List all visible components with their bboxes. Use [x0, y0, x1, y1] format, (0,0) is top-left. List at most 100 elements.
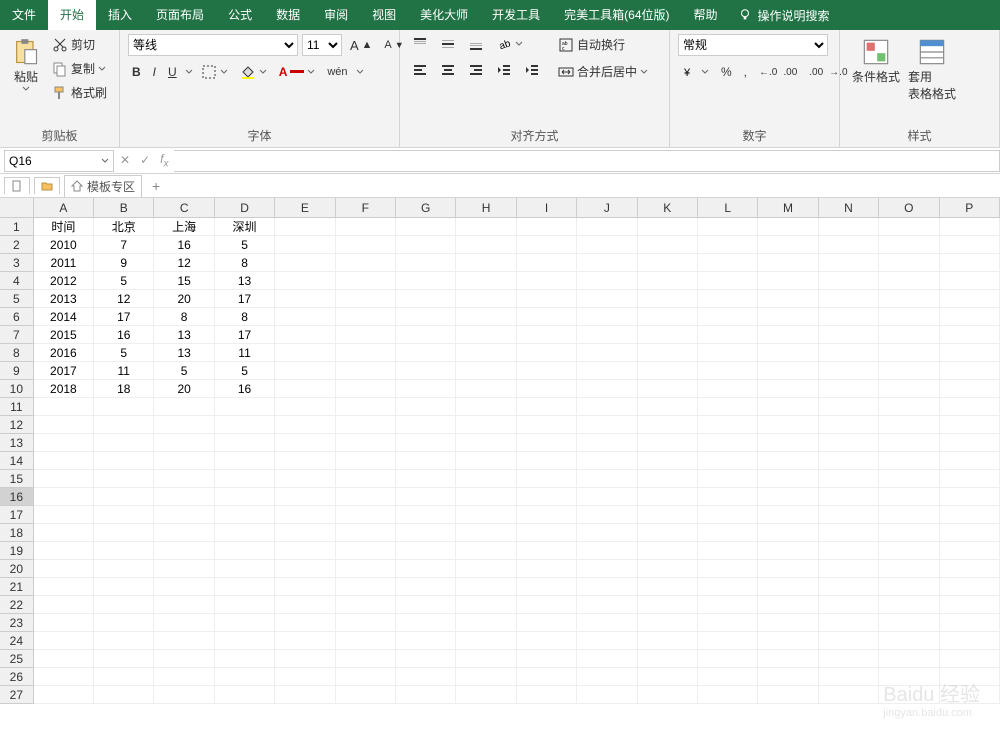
- cell[interactable]: [638, 650, 698, 668]
- cell[interactable]: 深圳: [215, 218, 275, 236]
- cell[interactable]: [154, 488, 214, 506]
- cell[interactable]: [94, 650, 154, 668]
- row-header[interactable]: 19: [0, 542, 34, 560]
- row-header[interactable]: 21: [0, 578, 34, 596]
- cell[interactable]: [336, 380, 396, 398]
- cell[interactable]: [819, 218, 879, 236]
- cell[interactable]: [396, 686, 456, 704]
- row-header[interactable]: 23: [0, 614, 34, 632]
- cell[interactable]: [517, 236, 577, 254]
- cell[interactable]: [456, 218, 516, 236]
- cell[interactable]: [577, 308, 637, 326]
- cell[interactable]: [396, 344, 456, 362]
- cell[interactable]: [577, 452, 637, 470]
- cell[interactable]: [456, 362, 516, 380]
- cell[interactable]: [154, 506, 214, 524]
- cell[interactable]: [758, 362, 818, 380]
- cell[interactable]: [336, 542, 396, 560]
- tab-home[interactable]: 开始: [48, 0, 96, 30]
- insert-function-button[interactable]: fx: [160, 152, 168, 169]
- cell[interactable]: [34, 686, 94, 704]
- cell[interactable]: [456, 290, 516, 308]
- cell[interactable]: [456, 614, 516, 632]
- cell[interactable]: [275, 542, 335, 560]
- cell[interactable]: [517, 452, 577, 470]
- cell[interactable]: [275, 650, 335, 668]
- underline-button[interactable]: U: [164, 63, 181, 81]
- cell[interactable]: [698, 452, 758, 470]
- cell[interactable]: [758, 632, 818, 650]
- cell[interactable]: [879, 488, 939, 506]
- cell[interactable]: [638, 488, 698, 506]
- select-all-corner[interactable]: [0, 198, 34, 218]
- cell[interactable]: [154, 452, 214, 470]
- cell[interactable]: [698, 290, 758, 308]
- cell[interactable]: [275, 272, 335, 290]
- cell[interactable]: [698, 380, 758, 398]
- cell[interactable]: [154, 542, 214, 560]
- cell[interactable]: [577, 434, 637, 452]
- cell[interactable]: [517, 542, 577, 560]
- cell[interactable]: [577, 380, 637, 398]
- row-header[interactable]: 3: [0, 254, 34, 272]
- cell[interactable]: [517, 524, 577, 542]
- cell[interactable]: [638, 290, 698, 308]
- cell[interactable]: [940, 470, 1000, 488]
- cell[interactable]: [577, 596, 637, 614]
- cell[interactable]: [758, 326, 818, 344]
- cell[interactable]: [275, 524, 335, 542]
- cell[interactable]: [638, 614, 698, 632]
- cell[interactable]: [34, 488, 94, 506]
- cell[interactable]: [336, 560, 396, 578]
- column-header[interactable]: B: [94, 198, 154, 218]
- cell[interactable]: [819, 398, 879, 416]
- format-as-table-button[interactable]: 套用 表格格式: [904, 34, 960, 106]
- cell[interactable]: [638, 272, 698, 290]
- open-folder-tab[interactable]: [34, 177, 60, 194]
- cell[interactable]: [336, 632, 396, 650]
- cell[interactable]: [758, 596, 818, 614]
- cell[interactable]: [34, 524, 94, 542]
- cell[interactable]: [336, 686, 396, 704]
- cell[interactable]: [758, 614, 818, 632]
- row-header[interactable]: 1: [0, 218, 34, 236]
- font-size-combo[interactable]: 11: [302, 34, 342, 56]
- cell[interactable]: [940, 578, 1000, 596]
- cell[interactable]: [94, 632, 154, 650]
- cut-button[interactable]: 剪切: [48, 34, 111, 55]
- cell[interactable]: 9: [94, 254, 154, 272]
- cell[interactable]: [577, 542, 637, 560]
- cell[interactable]: [879, 560, 939, 578]
- cell[interactable]: [577, 218, 637, 236]
- cell[interactable]: [819, 290, 879, 308]
- cell[interactable]: [517, 632, 577, 650]
- cell[interactable]: [396, 524, 456, 542]
- cell[interactable]: [879, 290, 939, 308]
- cell[interactable]: [698, 506, 758, 524]
- cell[interactable]: [698, 560, 758, 578]
- column-header[interactable]: C: [154, 198, 214, 218]
- cell[interactable]: [698, 614, 758, 632]
- cell[interactable]: [577, 344, 637, 362]
- cell[interactable]: [275, 326, 335, 344]
- cell[interactable]: [638, 506, 698, 524]
- cell[interactable]: 15: [154, 272, 214, 290]
- cell[interactable]: [34, 416, 94, 434]
- cell[interactable]: [396, 614, 456, 632]
- border-button[interactable]: [197, 62, 232, 82]
- tab-view[interactable]: 视图: [360, 0, 408, 30]
- cell[interactable]: [638, 380, 698, 398]
- cell[interactable]: [396, 290, 456, 308]
- cell[interactable]: [698, 326, 758, 344]
- cell[interactable]: [94, 578, 154, 596]
- cell[interactable]: [517, 686, 577, 704]
- cell[interactable]: [698, 308, 758, 326]
- cell[interactable]: 20: [154, 290, 214, 308]
- cell[interactable]: [396, 254, 456, 272]
- cell[interactable]: [154, 650, 214, 668]
- cell[interactable]: 5: [94, 344, 154, 362]
- cell[interactable]: [336, 308, 396, 326]
- cell[interactable]: [758, 686, 818, 704]
- cell[interactable]: [698, 416, 758, 434]
- cell[interactable]: [758, 470, 818, 488]
